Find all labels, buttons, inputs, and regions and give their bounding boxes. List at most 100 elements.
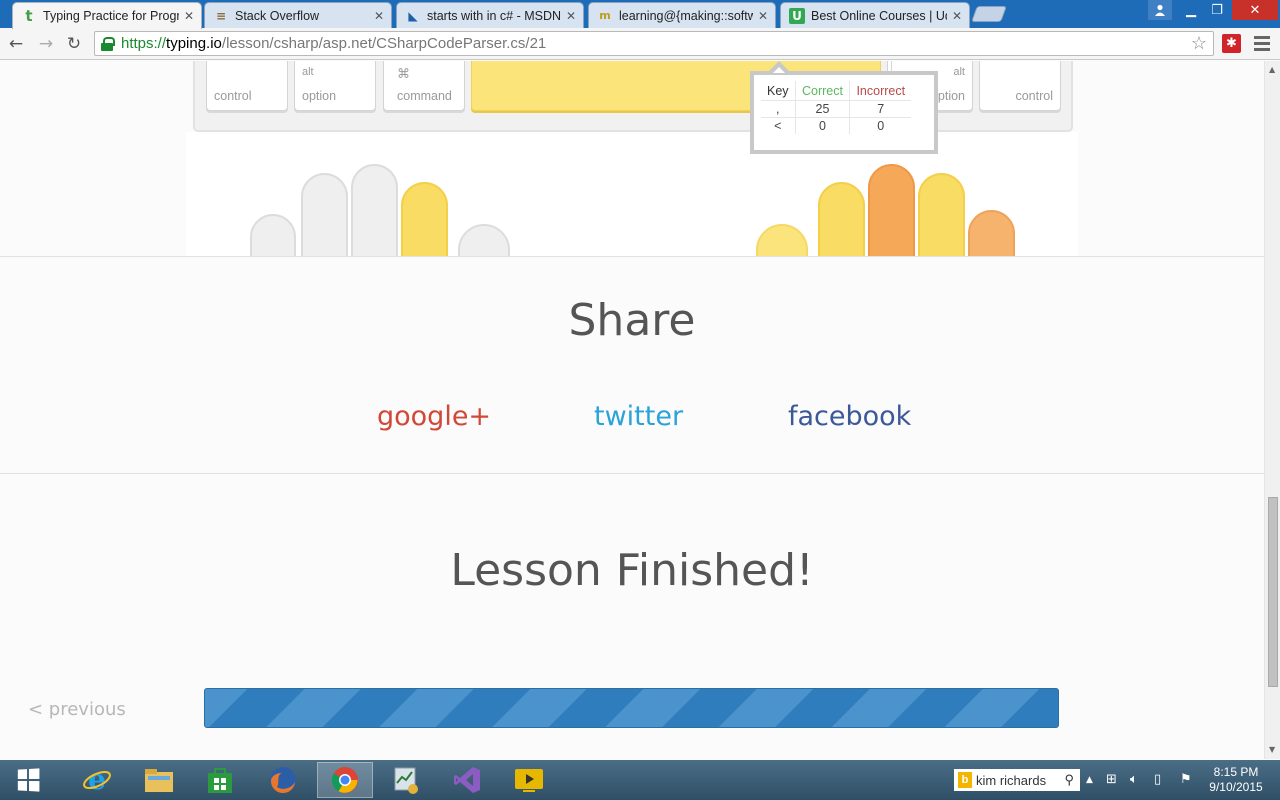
action-center-flag-icon[interactable]: ⚑ xyxy=(1180,772,1192,787)
address-bar[interactable]: https:// typing.io /lesson/csharp/asp.ne… xyxy=(94,31,1214,56)
key-right-control: control xyxy=(979,61,1061,111)
tab-udemy[interactable]: U Best Online Courses | Ude ✕ xyxy=(780,2,970,28)
close-window-icon[interactable]: ✕ xyxy=(1232,0,1278,20)
right-index-finger xyxy=(818,182,865,256)
stat-correct: 25 xyxy=(794,100,850,118)
scroll-down-icon[interactable]: ▼ xyxy=(1269,745,1275,754)
right-ring-finger xyxy=(918,173,965,256)
taskbar-search-box[interactable]: b kim richards ⚲ xyxy=(954,769,1080,791)
msdn-icon: ◣ xyxy=(408,8,418,23)
page-viewport: control alt option ⌘ command alt option … xyxy=(0,61,1264,759)
visual-studio-icon[interactable] xyxy=(439,762,495,798)
extension-icon[interactable]: ✱ xyxy=(1222,34,1241,53)
left-index-finger xyxy=(401,182,448,256)
blog-icon: m xyxy=(599,9,611,22)
browser-toolbar: ← → ↻ https:// typing.io /lesson/csharp/… xyxy=(0,28,1280,60)
windows-flag-icon[interactable]: ⊞ xyxy=(1106,772,1117,787)
previous-lesson-link[interactable]: < previous xyxy=(28,699,126,720)
tab-title: starts with in c# - MSDN S xyxy=(427,8,561,23)
section-divider xyxy=(0,256,1264,257)
restore-icon[interactable]: ❐ xyxy=(1204,0,1230,20)
url-path: /lesson/csharp/asp.net/CSharpCodeParser.… xyxy=(221,35,547,52)
new-tab-button[interactable] xyxy=(971,6,1007,22)
forward-arrow-icon[interactable]: → xyxy=(34,32,58,56)
key-left-option: alt option xyxy=(294,61,376,111)
clock-time: 8:15 PM xyxy=(1213,765,1259,779)
stat-incorrect: 7 xyxy=(849,100,912,118)
windows-taskbar: e b kim richards ⚲ ▲ ⊞ 🔈︎ ▯ ⚑ 8:15 PM 9/… xyxy=(0,760,1280,800)
firefox-icon[interactable] xyxy=(255,762,311,798)
stat-correct: 0 xyxy=(794,117,850,134)
header-incorrect: Incorrect xyxy=(849,81,912,101)
tab-stack-overflow[interactable]: ≡ Stack Overflow ✕ xyxy=(204,2,392,28)
taskbar-clock[interactable]: 8:15 PM 9/10/2015 xyxy=(1204,765,1268,795)
reload-icon[interactable]: ↻ xyxy=(62,32,86,56)
section-divider xyxy=(0,473,1264,474)
udemy-icon: U xyxy=(789,7,805,24)
back-arrow-icon[interactable]: ← xyxy=(4,32,28,56)
media-app-icon[interactable] xyxy=(501,762,557,798)
key-stats-tooltip: Key Correct Incorrect , 25 7 < 0 0 xyxy=(750,61,938,154)
close-tab-icon[interactable]: ✕ xyxy=(373,9,385,23)
tab-typing-practice[interactable]: t Typing Practice for Progra ✕ xyxy=(12,2,202,29)
tab-msdn[interactable]: ◣ starts with in c# - MSDN S ✕ xyxy=(396,2,584,28)
table-row: , 25 7 xyxy=(761,100,912,118)
right-thumb xyxy=(756,224,808,256)
close-tab-icon[interactable]: ✕ xyxy=(951,9,963,23)
volume-icon[interactable]: 🔈︎ xyxy=(1130,772,1138,787)
chrome-icon[interactable] xyxy=(317,762,373,798)
key-left-control: control xyxy=(206,61,288,111)
tab-title: Stack Overflow xyxy=(235,8,320,23)
bookmark-star-icon[interactable]: ☆ xyxy=(1191,33,1207,54)
tab-title: Best Online Courses | Ude xyxy=(811,8,947,23)
clock-date: 9/10/2015 xyxy=(1209,780,1263,794)
user-profile-icon[interactable] xyxy=(1148,0,1172,20)
windows-logo-icon xyxy=(17,768,40,792)
stat-key: , xyxy=(761,100,796,118)
keyboard: control alt option ⌘ command alt option … xyxy=(193,61,1073,132)
svg-text:e: e xyxy=(88,765,106,795)
stat-key: < xyxy=(761,117,796,134)
google-plus-share-link[interactable]: google+ xyxy=(377,401,491,432)
battery-icon[interactable]: ▯ xyxy=(1154,772,1161,787)
lesson-finished-heading: Lesson Finished! xyxy=(450,545,814,596)
facebook-share-link[interactable]: facebook xyxy=(788,401,911,432)
twitter-share-link[interactable]: twitter xyxy=(594,401,683,432)
close-tab-icon[interactable]: ✕ xyxy=(183,9,195,23)
internet-explorer-icon[interactable]: e xyxy=(69,762,125,798)
tab-title: learning@{making::softwa xyxy=(619,8,753,23)
close-tab-icon[interactable]: ✕ xyxy=(565,9,577,23)
start-button[interactable] xyxy=(0,762,56,798)
stackoverflow-icon: ≡ xyxy=(215,8,227,23)
right-middle-finger xyxy=(868,164,915,256)
page-scrollbar[interactable]: ▲ ▼ xyxy=(1264,61,1280,759)
chrome-menu-icon[interactable] xyxy=(1254,34,1270,52)
search-text: kim richards xyxy=(976,772,1047,788)
tab-learning-blog[interactable]: m learning@{making::softwa ✕ xyxy=(588,2,776,28)
file-explorer-icon[interactable] xyxy=(131,762,187,798)
table-row: < 0 0 xyxy=(761,117,912,134)
url-scheme: https:// xyxy=(121,35,167,52)
show-hidden-icons-icon[interactable]: ▲ xyxy=(1086,775,1093,785)
bing-icon: b xyxy=(958,772,972,788)
stat-incorrect: 0 xyxy=(849,117,912,134)
minimize-icon[interactable]: ▁ xyxy=(1178,0,1204,20)
search-icon[interactable]: ⚲ xyxy=(1064,772,1074,788)
lesson-progress-bar xyxy=(204,688,1059,728)
browser-tab-strip: t Typing Practice for Progra ✕ ≡ Stack O… xyxy=(0,0,1280,29)
store-icon[interactable] xyxy=(192,762,248,798)
right-pinky-finger xyxy=(968,210,1015,256)
left-ring-finger xyxy=(301,173,348,256)
header-key: Key xyxy=(767,84,789,98)
key-command: ⌘ command xyxy=(383,61,465,111)
progress-fill xyxy=(205,689,1058,727)
hands-illustration xyxy=(186,132,1078,256)
key-stats-table: Key Correct Incorrect , 25 7 < 0 0 xyxy=(761,81,912,134)
finance-app-icon[interactable] xyxy=(378,762,434,798)
scrollbar-thumb[interactable] xyxy=(1268,497,1278,687)
scroll-up-icon[interactable]: ▲ xyxy=(1269,65,1275,74)
typing-io-icon: t xyxy=(25,7,33,25)
close-tab-icon[interactable]: ✕ xyxy=(757,9,769,23)
share-heading: Share xyxy=(568,295,696,346)
tab-title: Typing Practice for Progra xyxy=(43,9,179,23)
